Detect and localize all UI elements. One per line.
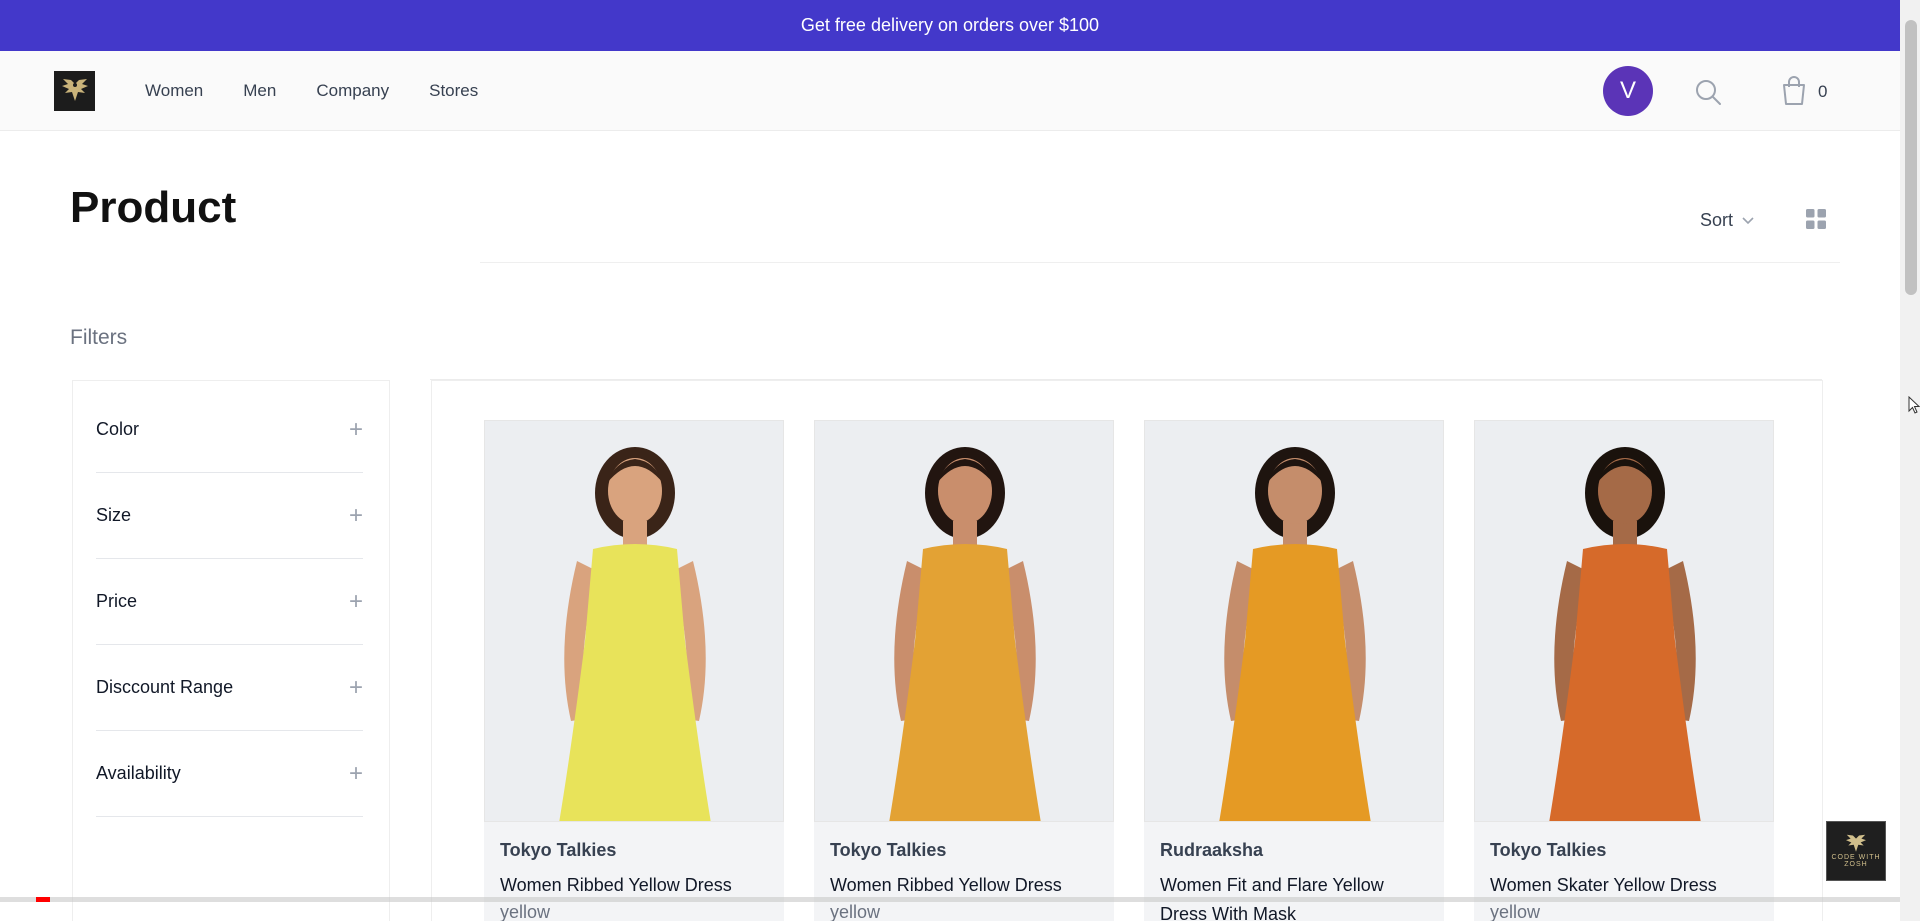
search-icon[interactable] (1694, 78, 1722, 106)
product-color: yellow (830, 902, 881, 921)
cart-count: 0 (1818, 82, 1828, 101)
channel-watermark: CODE WITH ZOSH (1826, 821, 1886, 881)
page-title: Product (70, 183, 237, 232)
grid-view-icon[interactable] (1806, 209, 1826, 229)
filter-price[interactable]: Price + (96, 559, 363, 645)
product-color: yellow (500, 902, 551, 921)
product-name: Women Ribbed Yellow Dress (500, 875, 732, 895)
product-image[interactable] (1474, 420, 1774, 822)
product-brand: Tokyo Talkies (830, 840, 947, 860)
filter-discount-range[interactable]: Disccount Range + (96, 645, 363, 731)
watermark-line: CODE WITH (1831, 854, 1881, 861)
eagle-logo-icon (61, 79, 88, 101)
product-name: Women Ribbed Yellow Dress (830, 875, 1062, 895)
product-info: Tokyo Talkies Women Skater Yellow Dress … (1474, 822, 1774, 921)
product-card[interactable]: Tokyo Talkies Women Ribbed Yellow Dress … (814, 420, 1114, 921)
mouse-cursor-icon (1908, 396, 1920, 414)
video-progress-fill (36, 897, 50, 902)
shopping-bag-icon[interactable] (1780, 76, 1808, 106)
product-color: yellow (1490, 902, 1541, 921)
filter-label: Color (96, 419, 140, 439)
product-brand: Rudraaksha (1160, 840, 1264, 860)
product-card[interactable]: Rudraaksha Women Fit and Flare Yellow Dr… (1144, 420, 1444, 921)
filter-color[interactable]: Color + (96, 387, 363, 473)
product-info: Tokyo Talkies Women Ribbed Yellow Dress … (484, 822, 784, 921)
divider (480, 262, 1840, 263)
sort-dropdown[interactable]: Sort (1700, 210, 1755, 231)
scrollbar-thumb[interactable] (1905, 20, 1917, 295)
chevron-down-icon (1742, 216, 1754, 224)
nav-stores[interactable]: Stores (429, 81, 478, 101)
plus-icon[interactable]: + (349, 589, 363, 614)
nav-women[interactable]: Women (145, 81, 203, 101)
product-image[interactable] (484, 420, 784, 822)
filter-size[interactable]: Size + (96, 473, 363, 559)
product-image[interactable] (1144, 420, 1444, 822)
sort-label: Sort (1700, 210, 1734, 230)
promo-banner: Get free delivery on orders over $100 (0, 0, 1900, 51)
main-nav: Women Men Company Stores (145, 81, 478, 101)
product-info: Rudraaksha Women Fit and Flare Yellow Dr… (1144, 822, 1444, 921)
plus-icon[interactable]: + (349, 417, 363, 442)
nav-company[interactable]: Company (316, 81, 389, 101)
filters-heading: Filters (70, 326, 128, 349)
model-photo (1475, 421, 1773, 821)
plus-icon[interactable]: + (349, 675, 363, 700)
model-photo (485, 421, 783, 821)
product-image[interactable] (814, 420, 1114, 822)
model-photo (815, 421, 1113, 821)
avatar-initial: V (1619, 77, 1636, 104)
plus-icon[interactable]: + (349, 503, 363, 528)
product-card[interactable]: Tokyo Talkies Women Ribbed Yellow Dress … (484, 420, 784, 921)
brand-logo[interactable] (54, 71, 95, 111)
filter-label: Size (96, 505, 132, 525)
product-name: Women Skater Yellow Dress (1490, 875, 1717, 895)
product-brand: Tokyo Talkies (1490, 840, 1607, 860)
filter-label: Availability (96, 763, 181, 783)
filter-label: Price (96, 591, 138, 611)
filter-label: Disccount Range (96, 677, 234, 697)
product-card[interactable]: Tokyo Talkies Women Skater Yellow Dress … (1474, 420, 1774, 921)
filter-panel: Color + Size + Price + Disccount Range +… (72, 380, 390, 921)
filter-availability[interactable]: Availability + (96, 731, 363, 817)
product-name: Women Fit and Flare Yellow Dress With Ma… (1160, 875, 1384, 921)
eagle-logo-icon (1846, 834, 1866, 852)
site-header: Women Men Company Stores V 0 (0, 51, 1900, 131)
user-avatar[interactable]: V (1603, 66, 1653, 116)
watermark-line: ZOSH (1844, 861, 1868, 868)
model-photo (1145, 421, 1443, 821)
plus-icon[interactable]: + (349, 761, 363, 786)
product-brand: Tokyo Talkies (500, 840, 617, 860)
video-progress-bar[interactable] (0, 897, 1900, 902)
product-info: Tokyo Talkies Women Ribbed Yellow Dress … (814, 822, 1114, 921)
vertical-scrollbar[interactable] (1900, 0, 1920, 921)
promo-text: Get free delivery on orders over $100 (800, 15, 1100, 35)
nav-men[interactable]: Men (243, 81, 276, 101)
